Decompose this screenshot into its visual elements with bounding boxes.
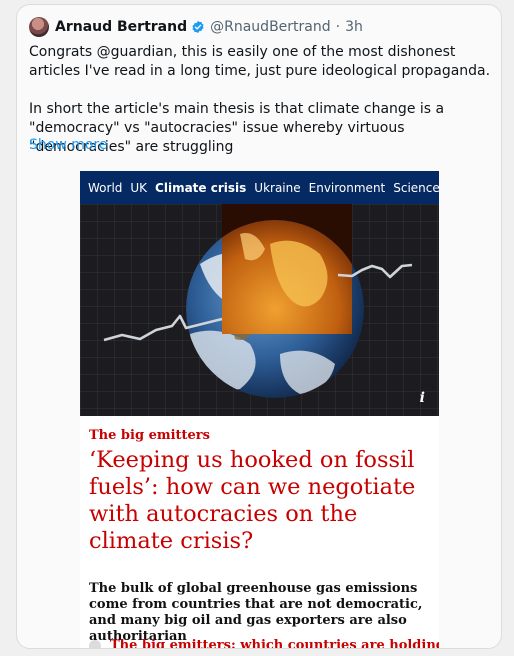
tweet-header: Arnaud Bertrand @RnaudBertrand · 3h	[29, 17, 363, 37]
separator-dot: ·	[335, 19, 341, 35]
verified-badge-icon	[192, 20, 204, 34]
article-screenshot[interactable]: World UK Climate crisis Ukraine Environm…	[80, 171, 439, 648]
nav-item-uk: UK	[130, 180, 148, 195]
hero-image: i	[80, 204, 439, 416]
related-link[interactable]: The big emitters: which countries are ho…	[89, 638, 439, 648]
nav-item-science: Science	[393, 180, 439, 195]
guardian-nav-bar: World UK Climate crisis Ukraine Environm…	[80, 171, 439, 204]
author-handle[interactable]: @RnaudBertrand	[210, 19, 331, 35]
related-link-text[interactable]: The big emitters: which countries are ho…	[110, 638, 439, 648]
tweet-card[interactable]: Arnaud Bertrand @RnaudBertrand · 3h Cong…	[16, 4, 502, 649]
tweet-text: Congrats @guardian, this is easily one o…	[29, 43, 494, 176]
timestamp[interactable]: 3h	[345, 19, 363, 35]
nav-item-ukraine: Ukraine	[254, 180, 301, 195]
article-kicker: The big emitters	[89, 428, 210, 443]
nav-item-climate-crisis: Climate crisis	[155, 180, 247, 195]
info-icon[interactable]: i	[420, 390, 425, 406]
author-name[interactable]: Arnaud Bertrand	[55, 19, 187, 35]
avatar[interactable]	[29, 17, 49, 37]
nav-item-environment: Environment	[308, 180, 386, 195]
show-more-link[interactable]: Show more	[29, 137, 108, 153]
article-headline: ‘Keeping us hooked on fossil fuels’: how…	[89, 447, 416, 554]
nav-item-world: World	[88, 180, 123, 195]
earth-illustration	[80, 204, 439, 416]
article-standfirst: The bulk of global greenhouse gas emissi…	[89, 581, 423, 644]
tweet-paragraph: Congrats @guardian, this is easily one o…	[29, 44, 491, 79]
bullet-dot-icon	[89, 639, 101, 648]
